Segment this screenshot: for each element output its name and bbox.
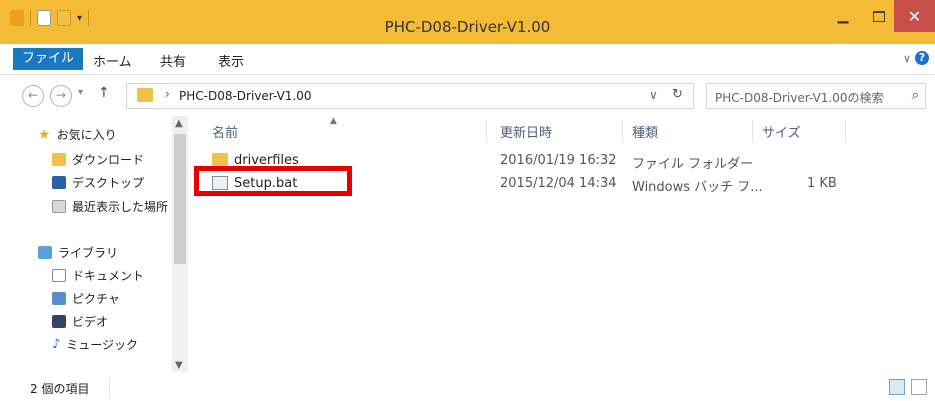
maximize-icon bbox=[873, 10, 885, 22]
address-bar[interactable]: › PHC-D08-Driver-V1.00 ∨ ↻ bbox=[126, 83, 694, 109]
back-button[interactable]: ← bbox=[22, 85, 44, 107]
help-button[interactable]: ? bbox=[915, 51, 929, 65]
sort-ascending-icon: ▲ bbox=[330, 116, 337, 126]
highlight-box bbox=[194, 166, 352, 196]
tab-view[interactable]: 表示 bbox=[218, 51, 244, 70]
download-folder-icon bbox=[52, 153, 66, 166]
search-input[interactable]: PHC-D08-Driver-V1.00の検索 ⌕ bbox=[706, 83, 926, 109]
sidebar-item-libraries[interactable]: ライブラリ bbox=[38, 244, 118, 261]
file-modified: 2015/12/04 14:34 bbox=[500, 176, 617, 191]
videos-icon bbox=[52, 315, 66, 328]
file-modified: 2016/01/19 16:32 bbox=[500, 153, 617, 168]
search-placeholder: PHC-D08-Driver-V1.00の検索 bbox=[715, 91, 884, 105]
maximize-button[interactable] bbox=[864, 0, 894, 32]
sidebar-item-recent-places[interactable]: 最近表示した場所 bbox=[52, 198, 168, 215]
sidebar-item-videos[interactable]: ビデオ bbox=[52, 313, 108, 330]
up-button[interactable]: ↑ bbox=[98, 85, 110, 101]
sidebar-item-label: お気に入り bbox=[56, 128, 117, 142]
sidebar-item-label: デスクトップ bbox=[72, 176, 145, 190]
scrollbar-thumb[interactable] bbox=[174, 134, 186, 264]
desktop-icon bbox=[52, 176, 66, 189]
expand-ribbon-icon[interactable]: ∨ bbox=[903, 52, 911, 65]
column-divider[interactable] bbox=[752, 120, 753, 142]
tab-file[interactable]: ファイル bbox=[13, 48, 83, 70]
sidebar-item-label: ダウンロード bbox=[72, 153, 145, 167]
recent-places-icon bbox=[52, 200, 66, 213]
library-icon bbox=[38, 246, 52, 259]
address-dropdown-icon[interactable]: ∨ bbox=[649, 88, 658, 102]
sidebar-item-label: 最近表示した場所 bbox=[72, 200, 169, 214]
pictures-icon bbox=[52, 292, 66, 305]
sidebar-item-music[interactable]: ♪ ミュージック bbox=[52, 336, 138, 353]
sidebar-item-label: ビデオ bbox=[72, 315, 109, 329]
file-list: ▲ 名前 更新日時 種類 サイズ driverfiles 2016/01/19 … bbox=[190, 116, 935, 372]
folder-icon bbox=[137, 88, 153, 102]
tab-home[interactable]: ホーム bbox=[93, 51, 132, 70]
column-divider[interactable] bbox=[622, 120, 623, 142]
item-count: 2 個の項目 bbox=[30, 382, 90, 396]
refresh-icon[interactable]: ↻ bbox=[672, 87, 683, 102]
sidebar-scrollbar[interactable]: ▲ ▼ bbox=[172, 116, 188, 372]
file-type: ファイル フォルダー bbox=[632, 157, 754, 172]
navigation-pane: ★ お気に入り ダウンロード デスクトップ 最近表示した場所 ライブラリ ドキュ… bbox=[0, 116, 190, 372]
sidebar-item-pictures[interactable]: ピクチャ bbox=[52, 290, 120, 307]
title-bar: ▾ PHC-D08-Driver-V1.00 ▁ ✕ bbox=[0, 0, 935, 44]
search-icon[interactable]: ⌕ bbox=[912, 88, 919, 103]
column-divider[interactable] bbox=[486, 120, 487, 142]
large-icons-view-button[interactable] bbox=[911, 379, 927, 395]
sidebar-item-favorites[interactable]: ★ お気に入り bbox=[38, 126, 117, 143]
music-icon: ♪ bbox=[52, 337, 61, 352]
window-title: PHC-D08-Driver-V1.00 bbox=[384, 18, 551, 36]
ribbon-tabs: ファイル ホーム 共有 表示 ∨ ? bbox=[0, 44, 935, 75]
sidebar-item-documents[interactable]: ドキュメント bbox=[52, 267, 144, 284]
navigation-bar: ← → ▾ ↑ › PHC-D08-Driver-V1.00 ∨ ↻ PHC-D… bbox=[0, 75, 935, 115]
tab-share[interactable]: 共有 bbox=[160, 51, 186, 70]
sidebar-item-label: ライブラリ bbox=[58, 246, 119, 260]
close-button[interactable]: ✕ bbox=[894, 0, 935, 32]
file-size: 1 KB bbox=[807, 176, 837, 191]
details-view-button[interactable] bbox=[889, 379, 905, 395]
sidebar-item-downloads[interactable]: ダウンロード bbox=[52, 151, 144, 168]
column-header-modified[interactable]: 更新日時 bbox=[500, 122, 552, 141]
documents-icon bbox=[52, 269, 66, 282]
sidebar-item-label: ミュージック bbox=[66, 338, 139, 352]
sidebar-item-desktop[interactable]: デスクトップ bbox=[52, 174, 144, 191]
column-divider[interactable] bbox=[845, 120, 846, 142]
minimize-button[interactable]: ▁ bbox=[826, 0, 860, 32]
recent-locations-icon[interactable]: ▾ bbox=[78, 87, 83, 98]
status-divider bbox=[109, 378, 110, 398]
scroll-down-icon[interactable]: ▼ bbox=[175, 360, 183, 371]
breadcrumb[interactable]: PHC-D08-Driver-V1.00 bbox=[179, 89, 312, 103]
folder-icon bbox=[212, 153, 228, 167]
star-icon: ★ bbox=[38, 126, 51, 143]
sidebar-item-label: ピクチャ bbox=[72, 292, 120, 306]
column-header-type[interactable]: 種類 bbox=[632, 122, 658, 141]
scroll-up-icon[interactable]: ▲ bbox=[175, 118, 183, 129]
status-bar: 2 個の項目 bbox=[0, 374, 935, 401]
breadcrumb-separator-icon[interactable]: › bbox=[165, 87, 170, 101]
column-header-size[interactable]: サイズ bbox=[762, 122, 801, 141]
sidebar-item-label: ドキュメント bbox=[72, 269, 145, 283]
column-header-name[interactable]: 名前 bbox=[212, 122, 238, 141]
forward-button[interactable]: → bbox=[50, 85, 72, 107]
file-type: Windows バッチ フ... bbox=[632, 180, 763, 195]
